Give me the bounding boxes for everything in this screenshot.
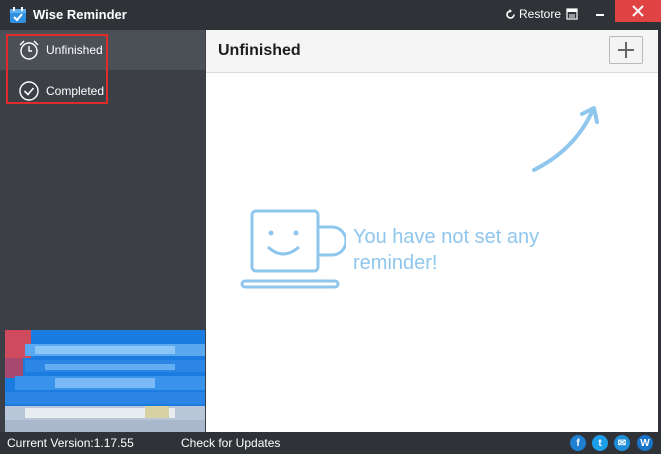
ad-banner[interactable] bbox=[5, 330, 205, 432]
app-title: Wise Reminder bbox=[33, 7, 127, 22]
plus-icon bbox=[618, 42, 634, 58]
alarm-clock-icon bbox=[19, 40, 39, 60]
restore-button[interactable]: Restore bbox=[505, 4, 561, 24]
calendar-check-icon bbox=[10, 7, 26, 23]
twitter-icon[interactable]: t bbox=[592, 435, 608, 451]
page-title: Unfinished bbox=[218, 42, 301, 59]
sidebar: Unfinished Completed bbox=[0, 30, 205, 432]
close-icon[interactable] bbox=[615, 0, 661, 22]
sidebar-item-label: Completed bbox=[46, 84, 105, 98]
title-bar[interactable]: Wise Reminder Restore bbox=[0, 0, 661, 30]
restore-icon bbox=[506, 8, 515, 19]
status-bar: Current Version:1.17.55 Check for Update… bbox=[0, 432, 661, 454]
facebook-icon[interactable]: f bbox=[570, 435, 586, 451]
sidebar-item-completed[interactable]: Completed bbox=[0, 71, 205, 111]
add-reminder-button[interactable] bbox=[609, 36, 643, 64]
version-label: Current Version:1.17.55 bbox=[7, 436, 134, 450]
check-updates-link[interactable]: Check for Updates bbox=[181, 436, 280, 450]
sidebar-item-unfinished[interactable]: Unfinished bbox=[0, 30, 205, 70]
email-icon[interactable]: ✉ bbox=[614, 435, 630, 451]
restore-label: Restore bbox=[519, 7, 562, 21]
empty-state-message: You have not set any reminder! bbox=[353, 226, 540, 274]
main-panel: Unfinished You have not set any reminder… bbox=[206, 30, 658, 432]
sidebar-item-label: Unfinished bbox=[46, 43, 103, 57]
arrow-up-right-icon bbox=[532, 106, 599, 172]
menu-icon[interactable] bbox=[564, 6, 580, 22]
minimize-icon[interactable] bbox=[588, 2, 612, 24]
check-circle-icon bbox=[19, 81, 39, 101]
app-window: Wise Reminder Restore Unfinished Complet… bbox=[0, 0, 661, 454]
main-header: Unfinished bbox=[206, 30, 658, 73]
coffee-cup-icon bbox=[240, 209, 346, 289]
wisecleaner-icon[interactable]: W bbox=[637, 435, 653, 451]
